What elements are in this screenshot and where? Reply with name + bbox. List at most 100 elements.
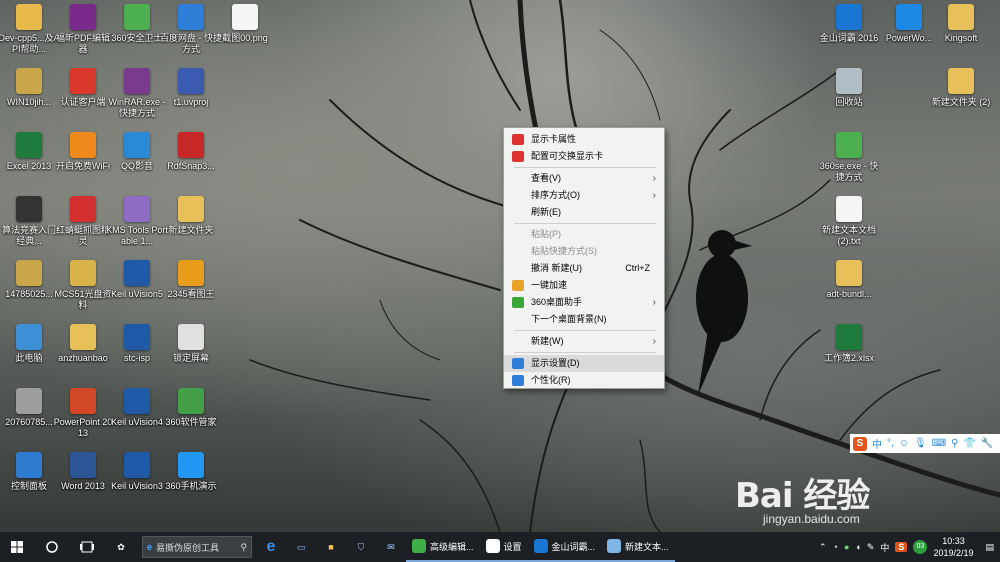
ime-toolbar[interactable]: S 中 °, ☺ 🎙 ⌨ ⚲ 👕 🔧 <box>850 434 1000 453</box>
context-menu-item[interactable]: 查看(V) › <box>504 170 664 187</box>
desktop-icon[interactable]: 算法竞赛入门经典... <box>0 196 60 258</box>
taskbar-clock[interactable]: 10:33 2019/2/19 <box>933 535 973 559</box>
windows-logo-icon <box>11 541 23 553</box>
desktop-icon[interactable]: Word 2013 <box>52 452 114 514</box>
desktop-icon[interactable]: PowerPoint 2013 <box>52 388 114 450</box>
desktop-icon[interactable]: 新建文本文档 (2).txt <box>818 196 880 258</box>
desktop-icon[interactable]: RdfSnap3... <box>160 132 222 194</box>
cortana-button[interactable] <box>34 532 70 562</box>
taskbar-app-button[interactable]: 高级编辑... <box>406 532 480 562</box>
recycle-bin-icon <box>836 68 862 94</box>
context-menu-item[interactable]: 新建(W) › <box>504 333 664 350</box>
store-button[interactable]: ⛉ <box>346 532 376 562</box>
desktop-icon[interactable]: 此电脑 <box>0 324 60 386</box>
context-menu-item[interactable]: 个性化(R) <box>504 372 664 389</box>
excel-icon <box>836 324 862 350</box>
desktop-icon[interactable]: MCS51光盘资料 <box>52 260 114 322</box>
desktop-icon-label: RdfSnap3... <box>167 161 215 171</box>
taskbar-search-box[interactable]: e 易撕伪原创工具 ⚲ <box>142 536 252 558</box>
file-explorer-button[interactable]: ■ <box>316 532 346 562</box>
desktop-icon[interactable]: Kingsoft <box>930 4 992 66</box>
sogou-tray-icon[interactable]: S <box>895 542 908 552</box>
auth-client-icon <box>70 68 96 94</box>
context-menu-item[interactable]: 撤消 新建(U) Ctrl+Z <box>504 260 664 277</box>
ime-mode-toggle[interactable]: 中 <box>872 436 882 451</box>
desktop-icon[interactable]: 认证客户端 <box>52 68 114 130</box>
pen-icon[interactable]: ✎ <box>867 542 875 553</box>
wrench-icon[interactable]: 🔧 <box>981 438 993 449</box>
skin-icon[interactable]: 👕 <box>963 438 975 449</box>
desktop-icon[interactable]: anzhuanbao <box>52 324 114 386</box>
context-menu-item[interactable]: 显示设置(D) <box>504 355 664 372</box>
taskbar-app-button[interactable]: 设置 <box>479 532 528 562</box>
taskbar-app-button[interactable]: 金山词霸... <box>527 532 602 562</box>
desktop-icon[interactable]: 工作簿2.xlsx <box>818 324 880 386</box>
sogou-logo-icon[interactable]: S <box>853 436 867 451</box>
network-icon[interactable]: ◔ <box>833 542 838 552</box>
desktop-icon[interactable]: 360手机演示 <box>160 452 222 514</box>
desktop-icon[interactable]: stc-isp <box>106 324 168 386</box>
desktop-icon[interactable]: 锁定屏幕 <box>160 324 222 386</box>
context-menu-item[interactable]: 360桌面助手 › <box>504 294 664 311</box>
desktop-icon[interactable]: 回收站 <box>818 68 880 130</box>
keyboard-icon[interactable]: ⌨ <box>932 438 946 449</box>
fan-app-button[interactable]: ✿ <box>104 532 138 562</box>
menu-separator <box>514 330 656 331</box>
chevron-right-icon: › <box>652 173 656 184</box>
watermark-logo: Bai 经验 <box>735 476 870 516</box>
desktop-icon[interactable]: KMS Tools Portable 1... <box>106 196 168 258</box>
desktop-icon-label: Keil uVision4 <box>111 417 163 427</box>
desktop-icon[interactable]: Excel 2013 <box>0 132 60 194</box>
microphone-icon[interactable]: 🎙 <box>914 438 927 449</box>
context-menu-item[interactable]: 一键加速 <box>504 277 664 294</box>
emoji-icon[interactable]: ☺ <box>899 438 909 449</box>
desktop-icon[interactable]: 20760785... <box>0 388 60 450</box>
baidu-watermark: Bai 经验 jingyan.baidu.com <box>735 468 965 530</box>
menu-item-label: 刷新(E) <box>531 207 561 217</box>
task-view-icon <box>80 541 94 553</box>
taskbar-app-button[interactable]: 新建文本... <box>601 532 675 562</box>
action-center-icon[interactable]: ▤ <box>985 542 994 553</box>
input-method-indicator[interactable]: 中 <box>880 541 889 554</box>
desktop-icon[interactable]: 红蜻蜓抓图精灵 <box>52 196 114 258</box>
chevron-up-icon[interactable]: ⌃ <box>819 542 827 553</box>
start-button[interactable] <box>0 532 34 562</box>
context-menu-item[interactable]: 显示卡属性 <box>504 131 664 148</box>
context-menu-item[interactable]: 配置可交换显示卡 <box>504 148 664 165</box>
desktop-icon[interactable]: 新建文件夹 <box>160 196 222 258</box>
desktop-icon[interactable]: 360se.exe - 快捷方式 <box>818 132 880 194</box>
punctuation-icon[interactable]: °, <box>887 438 894 449</box>
volume-icon[interactable]: ◖ <box>855 542 860 552</box>
desktop-icon[interactable]: 百度网盘 - 快捷方式 <box>160 4 222 66</box>
desktop-icon[interactable]: WIN10jih... <box>0 68 60 130</box>
notification-badge-icon[interactable]: 03 <box>913 540 928 554</box>
desktop-icon[interactable]: WinRAR.exe - 快捷方式 <box>106 68 168 130</box>
context-menu-item[interactable]: 排序方式(O) › <box>504 187 664 204</box>
desktop-icon[interactable]: 14785025... <box>0 260 60 322</box>
desktop-icon[interactable]: 控制面板 <box>0 452 60 514</box>
context-menu-item[interactable]: 下一个桌面背景(N) <box>504 311 664 328</box>
user-icon[interactable]: ⚲ <box>951 438 958 449</box>
desktop-icon[interactable]: Keil uVision4 <box>106 388 168 450</box>
desktop-icon[interactable]: Dev-cpp5...及API帮助... <box>0 4 60 66</box>
pc-button[interactable]: ▭ <box>286 532 316 562</box>
desktop-icon[interactable]: 开启免费WiFi <box>52 132 114 194</box>
desktop-icon[interactable]: 福昕PDF编辑器 <box>52 4 114 66</box>
search-icon: ⚲ <box>240 541 247 552</box>
desktop-icon[interactable]: 新建文件夹 (2) <box>930 68 992 130</box>
edge-button[interactable]: e <box>256 532 286 562</box>
context-menu-item[interactable]: 刷新(E) <box>504 204 664 221</box>
desktop-icon[interactable]: 2345看图王 <box>160 260 222 322</box>
desktop-icon[interactable]: adt-bundl... <box>818 260 880 322</box>
desktop-icon[interactable]: Keil uVision5 <box>106 260 168 322</box>
desktop-icon[interactable]: t1.uvproj <box>160 68 222 130</box>
mail-button[interactable]: ✉ <box>376 532 406 562</box>
desktop-icon[interactable]: 截图00.png <box>214 4 276 66</box>
desktop-icon[interactable]: QQ影音 <box>106 132 168 194</box>
360-tray-icon[interactable]: ● <box>844 542 849 552</box>
desktop-icon[interactable]: Keil uVision3 <box>106 452 168 514</box>
desktop-icon[interactable]: 360软件管家 <box>160 388 222 450</box>
desktop-icon[interactable]: 360安全卫士 <box>106 4 168 66</box>
task-view-button[interactable] <box>70 532 104 562</box>
desktop-icon[interactable]: 金山词霸 2016 <box>818 4 880 66</box>
